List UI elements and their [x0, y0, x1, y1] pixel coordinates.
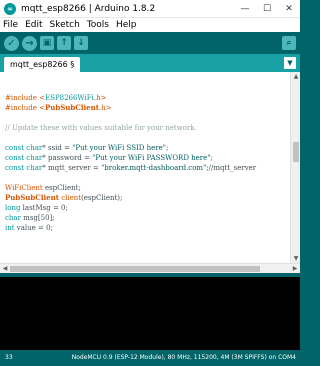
code-token: const: [5, 154, 25, 162]
tab-menu-button[interactable]: ▼: [284, 57, 296, 69]
code-line[interactable]: [5, 243, 287, 253]
code-line[interactable]: long lastMsg = 0;: [5, 203, 287, 213]
upload-button[interactable]: →: [22, 35, 37, 51]
menu-bar: File Edit Sketch Tools Help: [0, 18, 300, 32]
window-title: mqtt_esp8266 | Arduino 1.8.2: [21, 3, 156, 14]
code-token: msg[50];: [20, 214, 55, 222]
menu-sketch[interactable]: Sketch: [50, 20, 80, 30]
code-token: client: [61, 194, 82, 202]
code-line[interactable]: // Update these with values suitable for…: [5, 123, 287, 133]
code-token: char: [26, 154, 43, 162]
arrow-up-icon: ↑: [60, 38, 68, 48]
code-token: #include <: [5, 104, 45, 112]
code-token: PubSubClient: [45, 103, 99, 112]
code-token: WiFiClient: [5, 184, 43, 192]
verify-button[interactable]: ✓: [4, 35, 19, 51]
code-line[interactable]: const char* mqtt_server = "broker.mqtt-d…: [5, 163, 287, 173]
tab-bar: mqtt_esp8266 § ▼: [0, 54, 300, 72]
code-token: (espClient);: [81, 194, 123, 202]
code-line[interactable]: WiFiClient espClient;: [5, 183, 287, 193]
check-icon: ✓: [7, 37, 16, 49]
horizontal-scrollbar[interactable]: ◀ ▶: [0, 263, 300, 273]
code-token: lastMsg = 0;: [20, 204, 68, 212]
arrow-down-icon: ↓: [77, 38, 85, 48]
code-editor[interactable]: #include <ESP8266WiFi.h> #include <PubSub…: [0, 72, 300, 263]
code-token: long: [5, 204, 21, 212]
code-token: char: [26, 144, 43, 152]
open-sketch-button[interactable]: ↑: [57, 36, 71, 50]
code-token: value = 0;: [14, 224, 53, 232]
code-token: espClient;: [42, 184, 81, 192]
new-file-icon: ▣: [42, 38, 52, 48]
output-console: [0, 277, 300, 350]
maximize-button[interactable]: ☐: [256, 0, 278, 18]
code-token: ;: [166, 144, 169, 152]
code-token: * ssid =: [42, 144, 73, 152]
code-token: "Put your WiFi PASSWORD here": [92, 154, 211, 162]
code-area[interactable]: #include <ESP8266WiFi.h> #include <PubSub…: [5, 83, 287, 253]
code-line[interactable]: PubSubClient client(espClient);: [5, 193, 287, 203]
code-token: char: [26, 164, 43, 172]
code-line[interactable]: char msg[50];: [5, 213, 287, 223]
code-token: * password =: [42, 154, 93, 162]
line-number: 33: [5, 354, 13, 361]
code-line[interactable]: const char* ssid = "Put your WiFi SSID h…: [5, 143, 287, 153]
vertical-scroll-thumb[interactable]: [293, 142, 299, 162]
tab-mqtt-esp8266[interactable]: mqtt_esp8266 §: [4, 57, 81, 72]
save-sketch-button[interactable]: ↓: [74, 36, 88, 50]
scroll-down-icon[interactable]: ▼: [291, 255, 300, 262]
code-line[interactable]: [5, 133, 287, 143]
code-token: ;: [210, 154, 213, 162]
code-line[interactable]: [5, 233, 287, 243]
code-token: // Update these with values suitable for…: [5, 124, 197, 132]
menu-tools[interactable]: Tools: [87, 20, 109, 30]
code-line[interactable]: #include <ESP8266WiFi.h>: [5, 93, 287, 103]
minimize-button[interactable]: —: [234, 0, 256, 18]
code-line[interactable]: [5, 173, 287, 183]
code-line[interactable]: const char* password = "Put your WiFi PA…: [5, 153, 287, 163]
code-token: ;//mqtt_server: [206, 164, 257, 172]
window-controls: — ☐ ✕: [234, 0, 300, 18]
code-token: "Put your WiFi SSID here": [72, 144, 166, 152]
code-token: PubSubClient: [5, 193, 59, 202]
code-line[interactable]: int value = 0;: [5, 223, 287, 233]
code-token: int: [5, 224, 15, 232]
toolbar: ✓ → ▣ ↑ ↓ ⌕: [0, 32, 300, 54]
menu-help[interactable]: Help: [116, 20, 137, 30]
menu-edit[interactable]: Edit: [25, 20, 42, 30]
magnifier-icon: ⌕: [286, 38, 292, 48]
horizontal-scroll-thumb[interactable]: [10, 266, 260, 272]
code-token: ESP8266WiFi: [45, 94, 94, 102]
code-token: "broker.mqtt-dashboard.com": [101, 164, 207, 172]
code-line[interactable]: [5, 113, 287, 123]
code-token: * mqtt_server =: [42, 164, 102, 172]
code-token: .h>: [98, 104, 112, 112]
code-token: const: [5, 164, 25, 172]
arrow-right-icon: →: [25, 37, 34, 49]
board-info: NodeMCU 0.9 (ESP-12 Module), 80 MHz, 115…: [71, 354, 296, 361]
new-sketch-button[interactable]: ▣: [40, 36, 54, 50]
serial-monitor-button[interactable]: ⌕: [282, 36, 296, 50]
chevron-down-icon: ▼: [287, 59, 293, 67]
scroll-up-icon[interactable]: ▲: [291, 73, 300, 80]
vertical-scrollbar[interactable]: ▲ ▼: [290, 72, 300, 263]
code-line[interactable]: #include <PubSubClient.h>: [5, 103, 287, 113]
code-token: .h>: [93, 94, 107, 102]
menu-file[interactable]: File: [3, 20, 18, 30]
title-bar: ∞ mqtt_esp8266 | Arduino 1.8.2 — ☐ ✕: [0, 0, 300, 18]
code-line[interactable]: [5, 83, 287, 93]
code-token: #include <: [5, 94, 45, 102]
status-bar: 33 NodeMCU 0.9 (ESP-12 Module), 80 MHz, …: [0, 350, 300, 366]
code-token: char: [5, 214, 21, 222]
code-token: const: [5, 144, 25, 152]
arduino-icon: ∞: [4, 2, 16, 15]
close-button[interactable]: ✕: [278, 0, 300, 18]
